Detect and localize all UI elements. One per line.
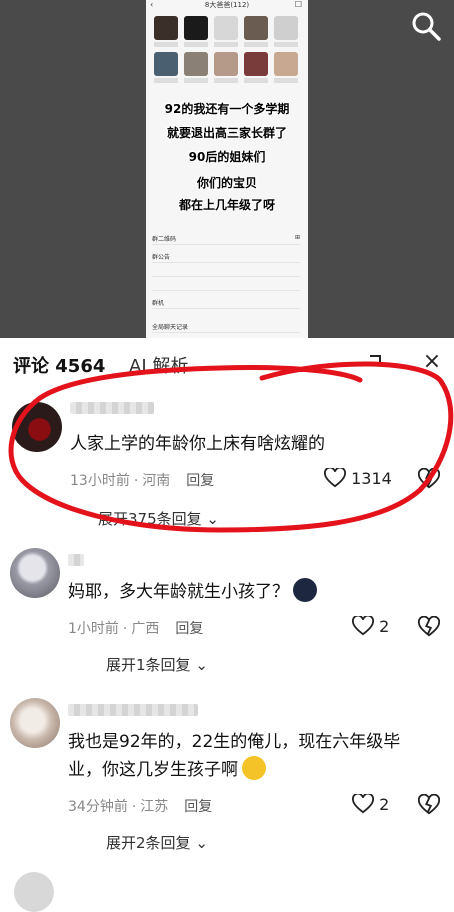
video-caption-line: 就要退出高三家长群了 bbox=[166, 126, 287, 140]
comment-meta: 1小时前 · 广西 回复 bbox=[68, 621, 204, 637]
expand-replies-button[interactable]: 展开375条回复 ⌄ bbox=[98, 508, 219, 529]
chevron-down-icon: ⌄ bbox=[195, 656, 208, 674]
dislike-icon[interactable] bbox=[418, 616, 440, 638]
phone-settings-row: 群公告 bbox=[152, 252, 300, 263]
dislike-icon[interactable] bbox=[418, 794, 440, 816]
avatar[interactable] bbox=[10, 548, 60, 598]
like-button[interactable]: 2 bbox=[352, 614, 390, 636]
phone-settings-row bbox=[152, 266, 300, 277]
comment-location: 江苏 bbox=[140, 799, 169, 815]
like-button[interactable]: 1314 bbox=[324, 466, 392, 488]
emoji-icon bbox=[293, 578, 317, 602]
username-blurred[interactable] bbox=[68, 704, 198, 716]
like-count: 2 bbox=[379, 617, 390, 636]
close-icon[interactable]: × bbox=[422, 351, 442, 373]
username-blurred[interactable] bbox=[68, 554, 84, 566]
comment-text: 妈耶，多大年龄就生小孩了？ bbox=[68, 578, 317, 606]
avatar[interactable] bbox=[12, 402, 62, 452]
comment-location: 广西 bbox=[131, 621, 160, 637]
phone-settings-row bbox=[152, 280, 300, 291]
comment-time: 1小时前 bbox=[68, 621, 119, 637]
reply-button[interactable]: 回复 bbox=[186, 473, 214, 489]
comment-meta: 13小时前 · 河南 回复 bbox=[70, 473, 215, 489]
like-count: 1314 bbox=[351, 469, 392, 488]
emoji-icon bbox=[242, 756, 266, 780]
video-caption-line: 90后的姐妹们 bbox=[188, 150, 266, 164]
video-phone-screenshot: ‹ 8大爸爸(112) ☐ 92的我还有一个多学期 就要退出高三家长群了 90后… bbox=[146, 0, 308, 338]
reply-button[interactable]: 回复 bbox=[184, 799, 212, 815]
avatar[interactable] bbox=[10, 698, 60, 748]
avatar[interactable] bbox=[14, 872, 54, 912]
tab-ai-analysis[interactable]: AI 解析 bbox=[129, 352, 188, 378]
search-icon[interactable] bbox=[410, 10, 442, 42]
phone-settings-row: 群二维码 ⊞ bbox=[152, 234, 300, 245]
video-caption-line: 92的我还有一个多学期 bbox=[164, 102, 290, 116]
comment-text: 人家上学的年龄你上床有啥炫耀的 bbox=[70, 434, 325, 454]
tab-comments[interactable]: 评论 4564 bbox=[13, 356, 105, 377]
phone-header-title: 8大爸爸(112) bbox=[204, 1, 250, 9]
heart-icon bbox=[324, 466, 346, 488]
group-member-grid bbox=[154, 16, 302, 83]
like-count: 2 bbox=[379, 795, 390, 814]
heart-icon bbox=[352, 792, 374, 814]
chevron-down-icon: ⌄ bbox=[206, 510, 219, 528]
video-area[interactable]: ‹ 8大爸爸(112) ☐ 92的我还有一个多学期 就要退出高三家长群了 90后… bbox=[0, 0, 454, 338]
chevron-down-icon: ⌄ bbox=[195, 834, 208, 852]
expand-icon[interactable] bbox=[366, 354, 382, 370]
video-caption-line: 都在上几年级了呀 bbox=[178, 198, 275, 212]
username-blurred[interactable] bbox=[70, 402, 154, 414]
reply-button[interactable]: 回复 bbox=[175, 621, 203, 637]
phone-more-icon: ☐ bbox=[294, 0, 302, 9]
expand-replies-button[interactable]: 展开1条回复 ⌄ bbox=[106, 654, 208, 675]
comment-time: 34分钟前 bbox=[68, 799, 128, 815]
phone-settings-row: 群机 bbox=[152, 298, 300, 309]
heart-icon bbox=[352, 614, 374, 636]
phone-settings-row: 全局聊天记录 bbox=[152, 322, 300, 333]
comment-time: 13小时前 bbox=[70, 473, 130, 489]
dislike-icon[interactable] bbox=[418, 468, 440, 490]
comment-meta: 34分钟前 · 江苏 回复 bbox=[68, 799, 213, 815]
like-button[interactable]: 2 bbox=[352, 792, 390, 814]
comment-text: 我也是92年的，22生的俺儿，现在六年级毕业，你这几岁生孩子啊 bbox=[68, 732, 401, 780]
sheet-tabs: 评论 4564 AI 解析 bbox=[13, 352, 188, 378]
video-caption-line: 你们的宝贝 bbox=[196, 176, 257, 190]
comment-location: 河南 bbox=[142, 473, 171, 489]
expand-replies-button[interactable]: 展开2条回复 ⌄ bbox=[106, 832, 208, 853]
